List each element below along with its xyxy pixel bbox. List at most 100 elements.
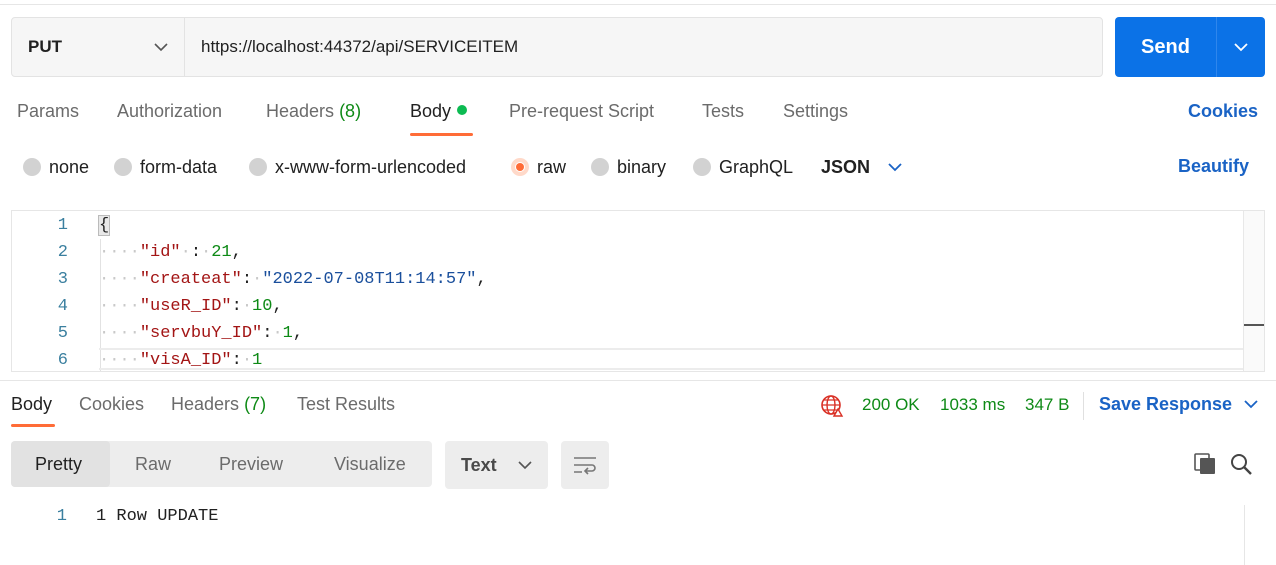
tab-label: Headers — [266, 101, 335, 121]
response-tab-test-results[interactable]: Test Results — [297, 394, 395, 415]
send-options-button[interactable] — [1217, 17, 1265, 77]
tab-label: Tests — [702, 101, 745, 121]
code-line: { — [97, 215, 111, 236]
current-line-highlight — [99, 348, 1245, 370]
json-value: "2022-07-08T11:14:57" — [262, 270, 477, 289]
format-select[interactable]: JSON — [821, 155, 902, 179]
method-select[interactable]: PUT — [12, 18, 185, 76]
view-mode-raw[interactable]: Raw — [135, 441, 171, 487]
response-format-label: Text — [461, 454, 497, 475]
tab-label: Body — [410, 101, 452, 121]
line-number: 4 — [57, 297, 68, 316]
response-tab-body[interactable]: Body — [11, 394, 52, 415]
response-tab-headers[interactable]: Headers (7) — [171, 394, 266, 415]
chevron-down-icon — [154, 42, 168, 51]
url-text: https://localhost:44372/api/SERVICEITEM — [201, 37, 519, 56]
cookies-link[interactable]: Cookies — [1188, 101, 1258, 122]
editor-scrollbar[interactable] — [1243, 211, 1264, 371]
view-mode-preview[interactable]: Preview — [219, 441, 283, 487]
request-body-editor[interactable]: 1 2 3 4 5 6 { ····"id"·:·21, ····"create… — [11, 210, 1265, 372]
json-key: "createat" — [139, 270, 242, 289]
view-mode-pretty[interactable]: Pretty — [35, 441, 82, 487]
request-bar: PUT https://localhost:44372/api/SERVICEI… — [11, 17, 1103, 77]
send-label: Send — [1115, 17, 1217, 77]
tab-body[interactable]: Body — [410, 101, 468, 127]
status-code[interactable]: 200 OK — [862, 395, 920, 415]
tab-settings[interactable]: Settings — [783, 101, 848, 127]
response-scrollbar[interactable] — [1244, 505, 1266, 565]
open-brace: { — [97, 215, 111, 236]
search-icon[interactable] — [1229, 452, 1253, 476]
tab-headers[interactable]: Headers (8) — [266, 101, 361, 127]
json-key: "useR_ID" — [139, 297, 232, 316]
json-value: 1 — [282, 324, 293, 343]
radio-x-www-form-urlencoded[interactable]: x-www-form-urlencoded — [249, 155, 466, 179]
code-line: ····"createat":·"2022-07-08T11:14:57", — [99, 270, 487, 289]
radio-label: GraphQL — [719, 156, 794, 177]
json-key: "servbuY_ID" — [139, 324, 263, 343]
tab-authorization[interactable]: Authorization — [117, 101, 222, 127]
globe-error-icon[interactable] — [820, 394, 844, 418]
response-tab-cookies[interactable]: Cookies — [79, 394, 144, 415]
format-label: JSON — [821, 156, 871, 177]
json-value: 1 — [252, 351, 263, 370]
tab-tests[interactable]: Tests — [702, 101, 744, 127]
line-number: 6 — [57, 351, 68, 370]
radio-graphql[interactable]: GraphQL — [693, 155, 793, 179]
chevron-down-icon — [518, 460, 532, 469]
beautify-link[interactable]: Beautify — [1178, 156, 1249, 177]
save-response-label: Save Response — [1099, 394, 1233, 414]
radio-label: none — [49, 156, 90, 177]
line-number: 3 — [57, 270, 68, 289]
radio-label: raw — [537, 156, 567, 177]
response-size[interactable]: 347 B — [1025, 395, 1069, 415]
json-key: "visA_ID" — [139, 351, 232, 370]
radio-binary[interactable]: binary — [591, 155, 666, 179]
save-response-button[interactable]: Save Response — [1099, 394, 1258, 415]
scrollbar-marker — [1244, 324, 1264, 326]
wrap-lines-button[interactable] — [561, 441, 609, 489]
code-line: ····"visA_ID":·1 — [99, 351, 263, 370]
json-value: 10 — [252, 297, 273, 316]
chevron-down-icon — [888, 162, 902, 171]
response-time[interactable]: 1033 ms — [940, 395, 1005, 415]
line-number: 5 — [57, 324, 68, 343]
radio-circle — [591, 158, 609, 176]
method-label: PUT — [28, 37, 62, 56]
chevron-down-icon — [1244, 400, 1258, 409]
radio-circle — [693, 158, 711, 176]
json-value: 21 — [211, 243, 232, 262]
response-text: 1 Row UPDATE — [96, 507, 219, 526]
response-body[interactable]: 1 1 Row UPDATE — [11, 507, 1241, 547]
radio-none[interactable]: none — [23, 155, 89, 179]
json-key: "id" — [139, 243, 181, 262]
tab-label: Headers — [171, 394, 240, 414]
status-divider — [1083, 392, 1084, 420]
radio-circle — [114, 158, 132, 176]
url-input[interactable]: https://localhost:44372/api/SERVICEITEM — [185, 18, 1102, 76]
copy-icon[interactable] — [1193, 452, 1217, 476]
active-response-tab-underline — [11, 424, 55, 427]
top-divider — [0, 0, 1276, 5]
tab-params[interactable]: Params — [17, 101, 79, 127]
radio-label: x-www-form-urlencoded — [275, 156, 467, 177]
tab-pre-request-script[interactable]: Pre-request Script — [509, 101, 654, 127]
headers-count: (8) — [339, 101, 362, 121]
active-tab-underline — [410, 133, 473, 136]
response-format-select[interactable]: Text — [445, 441, 548, 489]
line-number: 1 — [56, 507, 67, 526]
response-divider — [0, 380, 1276, 381]
code-line: ····"id"·:·21, — [99, 243, 242, 262]
wrap-lines-icon — [574, 457, 596, 475]
radio-label: binary — [617, 156, 667, 177]
body-indicator-dot — [457, 105, 468, 115]
line-number: 2 — [57, 243, 68, 262]
send-button[interactable]: Send — [1115, 17, 1265, 77]
radio-circle — [23, 158, 41, 176]
view-mode-visualize[interactable]: Visualize — [334, 441, 406, 487]
code-line: ····"servbuY_ID":·1, — [99, 324, 304, 343]
radio-form-data[interactable]: form-data — [114, 155, 217, 179]
code-line: ····"useR_ID":·10, — [99, 297, 283, 316]
tab-label: Settings — [783, 101, 849, 121]
radio-raw[interactable]: raw — [511, 155, 566, 179]
